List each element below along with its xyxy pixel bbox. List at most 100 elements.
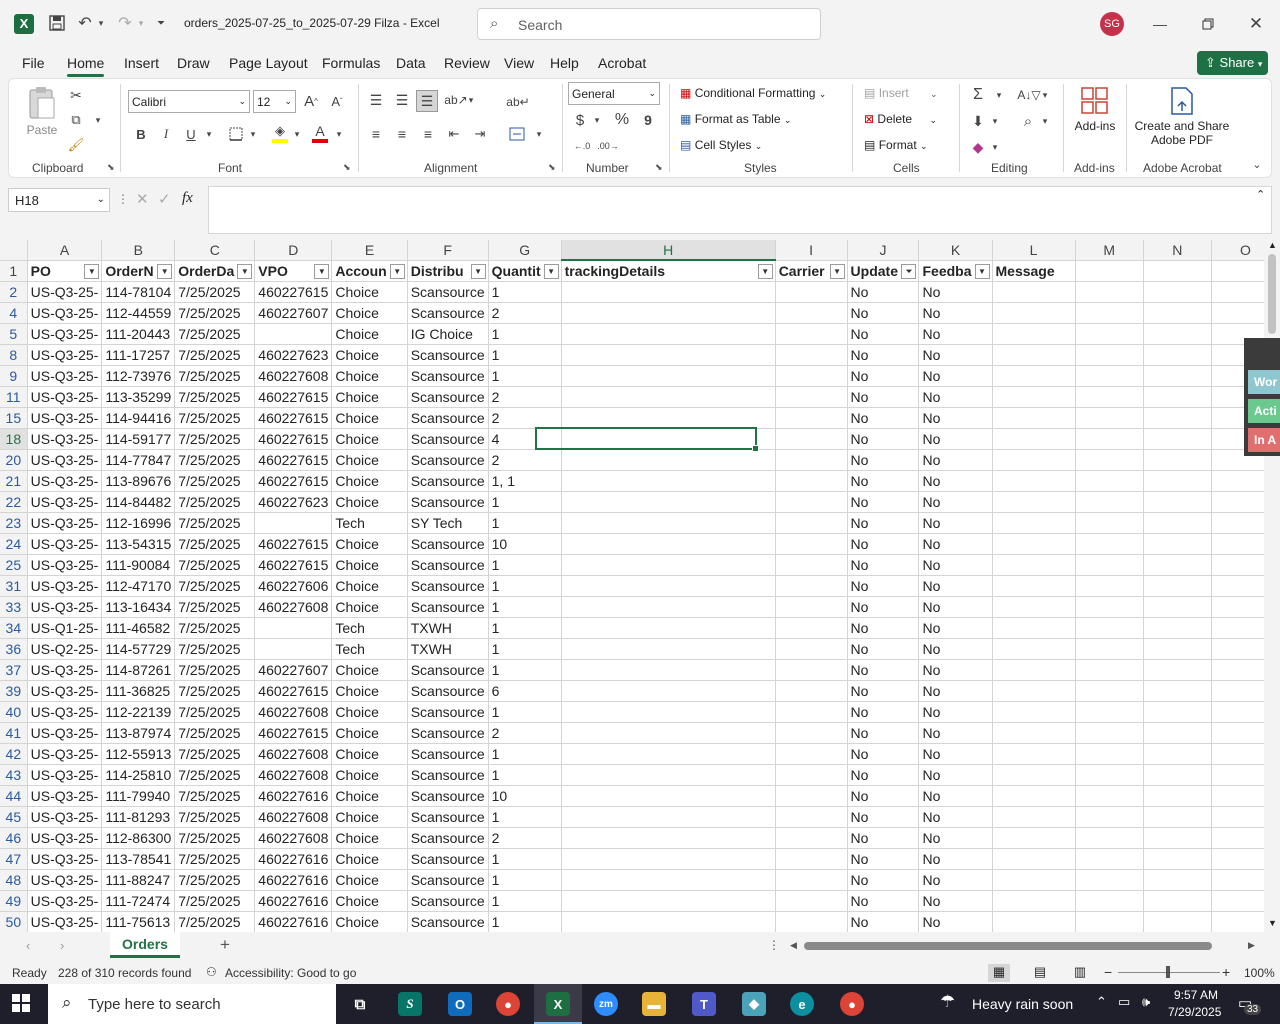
cell-f[interactable]: Scansource	[407, 491, 489, 513]
column-header-k[interactable]: K	[918, 240, 993, 261]
cell-f[interactable]: Scansource	[407, 890, 489, 912]
expand-formula-bar-icon[interactable]: ⌃	[1256, 188, 1265, 201]
find-select-icon[interactable]: ⌕	[1018, 112, 1038, 130]
cell-n[interactable]	[1143, 302, 1212, 324]
cell-k[interactable]: No	[918, 428, 993, 450]
align-bottom-icon[interactable]: ☰	[416, 90, 438, 112]
undo-dropdown-icon[interactable]: ▾	[96, 12, 106, 34]
cell-h[interactable]	[561, 806, 776, 828]
clock-time[interactable]: 9:57 AM	[1174, 988, 1218, 1002]
cell-j[interactable]: No	[847, 344, 920, 366]
cell-h[interactable]	[561, 407, 776, 429]
column-header-c[interactable]: C	[174, 240, 256, 261]
cell-a[interactable]: US-Q3-25-	[27, 701, 103, 723]
cell-g[interactable]: 2	[488, 407, 562, 429]
font-color-icon[interactable]: A	[310, 122, 330, 144]
cell-c[interactable]: 7/25/2025	[174, 890, 256, 912]
number-format-select[interactable]: General ⌄	[568, 82, 660, 105]
cell-g[interactable]: 1	[488, 344, 562, 366]
cell-a[interactable]: US-Q3-25-	[27, 911, 103, 932]
cell-b[interactable]: 113-87974	[101, 722, 176, 744]
cell-j[interactable]: No	[847, 848, 920, 870]
cell-j[interactable]: No	[847, 596, 920, 618]
cell-a[interactable]: US-Q3-25-	[27, 470, 103, 492]
cell-m[interactable]	[1075, 848, 1144, 870]
cell-i[interactable]	[775, 386, 848, 408]
cell-k[interactable]: No	[918, 659, 993, 681]
cell-e[interactable]: Choice	[331, 449, 408, 471]
cell-e[interactable]: Choice	[331, 722, 408, 744]
cell-n[interactable]	[1143, 785, 1212, 807]
zoom-level[interactable]: 100%	[1244, 966, 1275, 980]
cell-m[interactable]	[1075, 785, 1144, 807]
row-header[interactable]: 21	[0, 470, 28, 492]
underline-button[interactable]: U	[182, 124, 200, 144]
cell-e[interactable]: Choice	[331, 596, 408, 618]
cell-m[interactable]	[1075, 596, 1144, 618]
cell-c[interactable]: 7/25/2025	[174, 449, 256, 471]
cell-a[interactable]: US-Q3-25-	[27, 302, 103, 324]
decrease-font-icon[interactable]: Aˇ	[326, 91, 348, 111]
cell-f[interactable]: Scansource	[407, 785, 489, 807]
format-painter-icon[interactable]: 🖌	[66, 136, 86, 154]
cell-g[interactable]: 6	[488, 680, 562, 702]
confirm-entry-icon[interactable]: ✓	[158, 190, 171, 208]
cell-m[interactable]	[1075, 659, 1144, 681]
cell-m[interactable]	[1075, 323, 1144, 345]
cell-e[interactable]: Choice	[331, 785, 408, 807]
cell-b[interactable]: 111-75613	[101, 911, 176, 932]
cell-j[interactable]: No	[847, 554, 920, 576]
start-button[interactable]	[12, 994, 32, 1014]
cell-l[interactable]	[992, 806, 1076, 828]
cell-d[interactable]: 460227615	[254, 449, 333, 471]
cell-l[interactable]	[992, 869, 1076, 891]
filter-dropdown-icon[interactable]: ▼	[389, 263, 405, 279]
cell-f[interactable]: Scansource	[407, 428, 489, 450]
cell-c[interactable]: 7/25/2025	[174, 575, 256, 597]
row-header[interactable]: 22	[0, 491, 28, 513]
cell-i[interactable]	[775, 323, 848, 345]
cell-f[interactable]: Scansource	[407, 911, 489, 932]
cell-i[interactable]	[775, 911, 848, 932]
number-launcher-icon[interactable]: ⬊	[655, 162, 663, 173]
cell-i[interactable]	[775, 743, 848, 765]
cell-j[interactable]: No	[847, 281, 920, 303]
create-share-pdf-button[interactable]: Create and Share Adobe PDF	[1132, 86, 1232, 152]
cell-h[interactable]	[561, 323, 776, 345]
row-header[interactable]: 11	[0, 386, 28, 408]
align-top-icon[interactable]: ☰	[366, 90, 386, 110]
cell-d[interactable]: 460227615	[254, 386, 333, 408]
cell-h[interactable]	[561, 869, 776, 891]
cell-b[interactable]: 111-79940	[101, 785, 176, 807]
cell-j[interactable]: No	[847, 680, 920, 702]
find-select-dropdown-icon[interactable]: ▾	[1040, 112, 1050, 130]
cell-i[interactable]	[775, 806, 848, 828]
cell-j[interactable]: No	[847, 785, 920, 807]
increase-font-icon[interactable]: A ^	[300, 91, 322, 111]
cell-c[interactable]: 7/25/2025	[174, 764, 256, 786]
cell-m[interactable]	[1075, 281, 1144, 303]
cell-h[interactable]	[561, 281, 776, 303]
row-header[interactable]: 45	[0, 806, 28, 828]
row-header[interactable]: 43	[0, 764, 28, 786]
cell-j[interactable]: No	[847, 533, 920, 555]
copy-icon[interactable]: ⧉	[66, 111, 86, 129]
cell-j[interactable]: No	[847, 323, 920, 345]
cell-a[interactable]: US-Q3-25-	[27, 869, 103, 891]
cell-l[interactable]	[992, 365, 1076, 387]
chrome-app-icon[interactable]: ●	[496, 992, 520, 1016]
cell-c[interactable]: 7/25/2025	[174, 680, 256, 702]
cell-f[interactable]: Scansource	[407, 806, 489, 828]
cell-g[interactable]: 2	[488, 449, 562, 471]
cell-i[interactable]	[775, 848, 848, 870]
currency-dropdown-icon[interactable]: ▾	[592, 110, 602, 130]
cell-c[interactable]: 7/25/2025	[174, 617, 256, 639]
autosum-icon[interactable]: Σ	[968, 86, 988, 104]
cell-m[interactable]	[1075, 512, 1144, 534]
cell-j[interactable]: No	[847, 743, 920, 765]
cell-h[interactable]	[561, 638, 776, 660]
column-header-h[interactable]: H	[561, 240, 776, 261]
cell-h[interactable]	[561, 575, 776, 597]
cell-g[interactable]: 2	[488, 386, 562, 408]
cell-l[interactable]	[992, 617, 1076, 639]
